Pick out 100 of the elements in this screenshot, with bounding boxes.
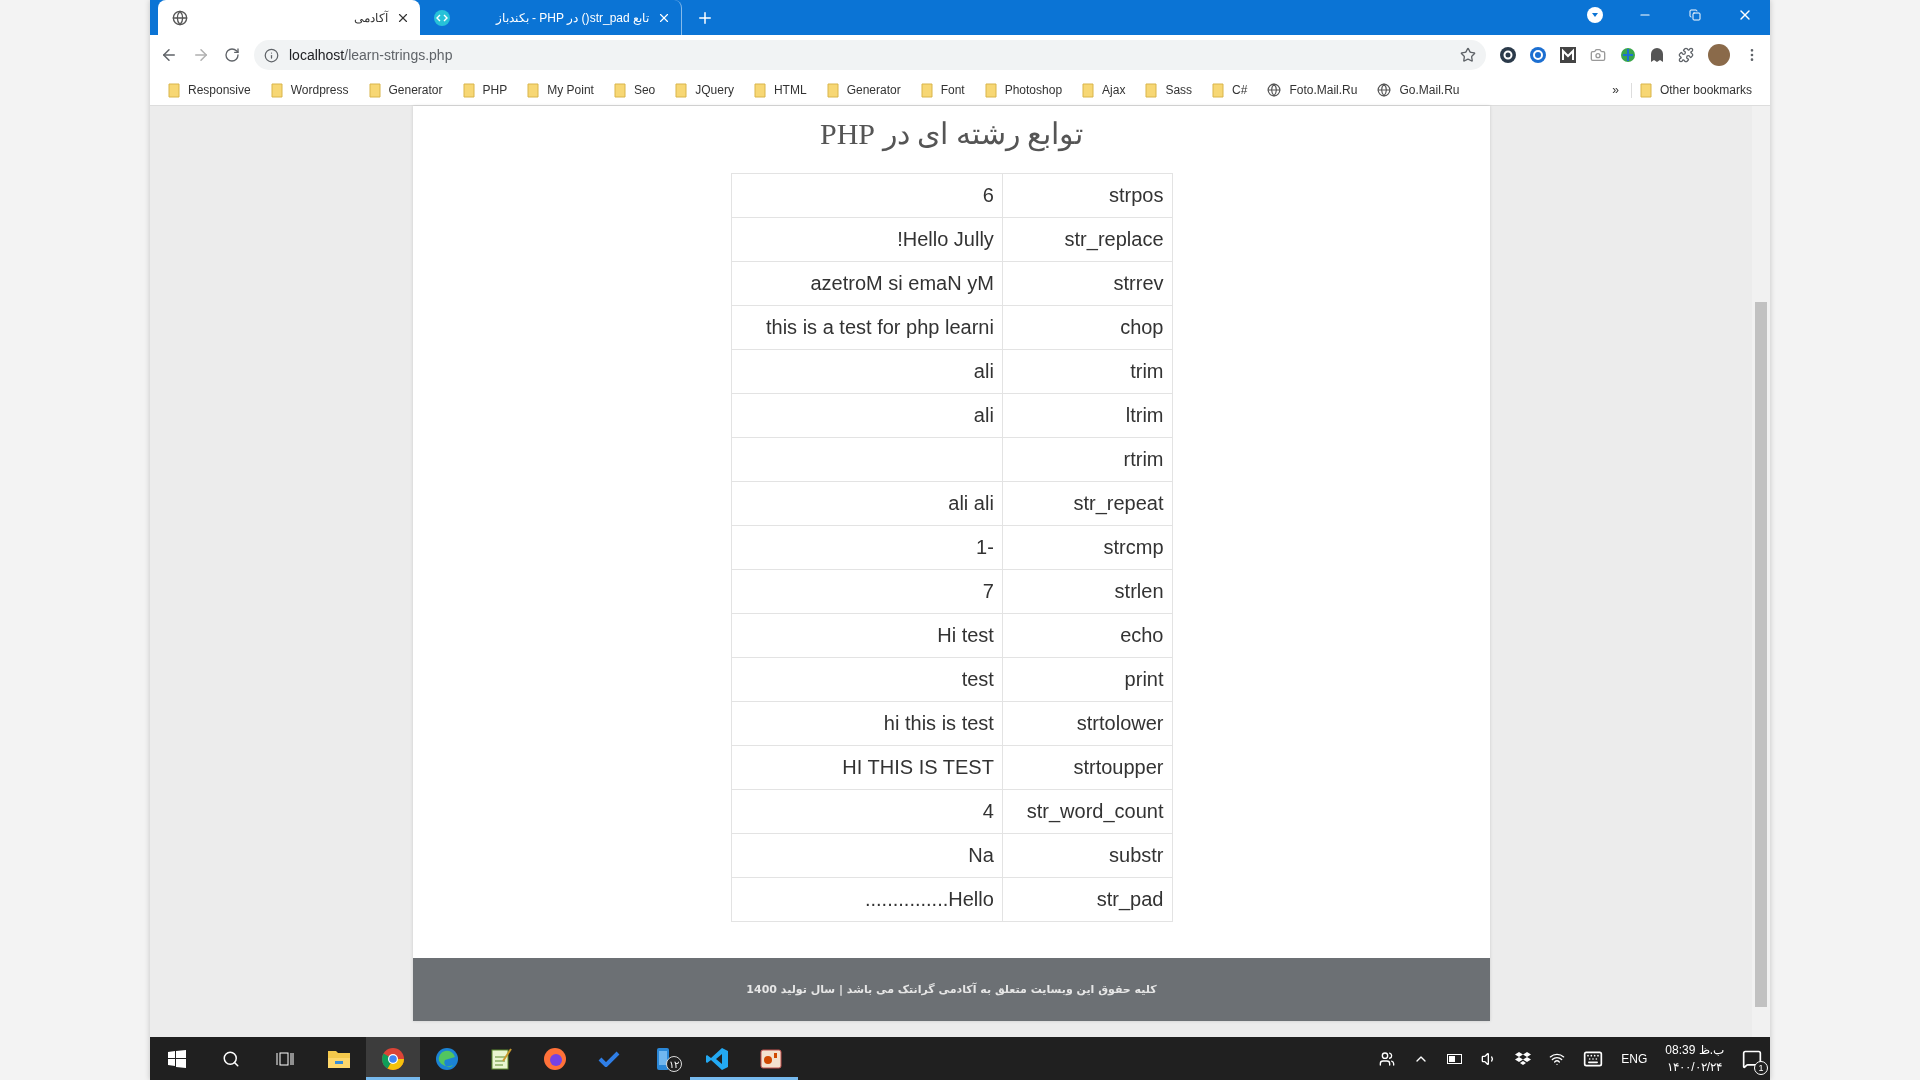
app-badge: ۱۲ [666, 1056, 682, 1072]
folder-icon [1639, 82, 1652, 98]
result-cell: ali [731, 393, 1003, 438]
bookmark[interactable]: C# [1204, 82, 1256, 98]
result-cell: !Hello Jully [731, 217, 1003, 262]
search-icon[interactable] [222, 1049, 240, 1068]
folder-icon [1082, 82, 1095, 98]
function-name-cell: rtrim [1002, 437, 1172, 482]
code-icon [434, 9, 450, 26]
extension-icon[interactable] [1560, 47, 1576, 63]
result-cell: ali [731, 349, 1003, 394]
extension-icon[interactable] [1500, 47, 1516, 63]
result-cell: 7 [731, 569, 1003, 614]
browser-tab[interactable]: آکادمی [158, 0, 420, 35]
function-name-cell: str_word_count [1002, 789, 1172, 834]
firefox-icon [543, 1046, 567, 1071]
taskbar-app[interactable]: ۱۲ [636, 1037, 690, 1080]
result-cell: 1- [731, 525, 1003, 570]
bookmark[interactable]: Foto.Mail.Ru [1259, 83, 1366, 97]
clock[interactable]: ب.ظ 08:39 ۱۴۰۰/۰۲/۲۴ [1665, 1041, 1724, 1076]
notepad-icon [489, 1046, 513, 1071]
folder-icon [327, 1048, 351, 1069]
back-icon[interactable] [160, 46, 178, 64]
function-name-cell: chop [1002, 305, 1172, 350]
bookmark[interactable]: PHP [454, 82, 516, 98]
result-cell: this is a test for php learni [731, 305, 1003, 350]
function-name-cell: str_pad [1002, 877, 1172, 922]
url-path: /learn-strings.php [344, 47, 453, 63]
notifications-icon[interactable] [1742, 1048, 1762, 1069]
tab-title: آکادمی [354, 10, 388, 25]
dropdown-icon[interactable] [1587, 7, 1603, 23]
ghost-icon[interactable] [1650, 47, 1664, 63]
function-name-cell: strlen [1002, 569, 1172, 614]
copyright-text: کلیه حقوق این وبسایت متعلق به آکادمی گرانتک می باشد | سال تولید 1400 [746, 983, 1157, 996]
folder-icon [826, 82, 839, 98]
bookmark[interactable]: JQuery [667, 82, 742, 98]
result-cell: Na [731, 833, 1003, 878]
globe-icon [1267, 83, 1282, 97]
folder-icon [920, 82, 933, 98]
bookmark[interactable]: Photoshop [976, 82, 1071, 98]
result-cell: ...............Hello [731, 877, 1003, 922]
result-cell: 4 [731, 789, 1003, 834]
bookmark[interactable]: Generator [360, 82, 451, 98]
bookmark[interactable]: Font [912, 82, 973, 98]
function-name-cell: strtolower [1002, 701, 1172, 746]
function-name-cell: str_repeat [1002, 481, 1172, 526]
page-heading: توابع رشته ای در PHP [819, 116, 1083, 154]
bookmark[interactable]: Seo [605, 82, 664, 98]
checkmark-icon [598, 1050, 620, 1067]
result-cell: ali ali [731, 481, 1003, 526]
function-name-cell: str_replace [1002, 217, 1172, 262]
url-host: localhost [289, 47, 345, 63]
extension-icon[interactable] [1530, 47, 1546, 63]
result-cell: hi this is test [731, 701, 1003, 746]
bookmark[interactable]: Generator [818, 82, 909, 98]
other-bookmarks[interactable]: Other bookmarks [1630, 82, 1760, 98]
result-cell: azetroM si emaN yM [731, 261, 1003, 306]
folder-icon [613, 82, 626, 98]
battery-icon[interactable] [1447, 1053, 1464, 1064]
folder-icon [168, 82, 180, 98]
language-indicator[interactable]: ENG [1621, 1051, 1648, 1066]
windows-start-icon[interactable] [168, 1049, 186, 1068]
more-bookmarks-button[interactable]: » [1604, 83, 1627, 97]
reload-icon[interactable] [224, 47, 240, 63]
result-cell: Hi test [731, 613, 1003, 658]
avatar[interactable] [1708, 44, 1730, 66]
bookmark[interactable]: Go.Mail.Ru [1369, 83, 1468, 97]
info-icon[interactable] [264, 47, 279, 63]
dropbox-icon[interactable] [1515, 1051, 1532, 1066]
bookmark[interactable]: HTML [745, 82, 815, 98]
extensions-icon[interactable] [1678, 47, 1694, 63]
edge-icon [435, 1046, 459, 1071]
taskbar-app[interactable] [366, 1037, 420, 1080]
task-view-icon[interactable] [276, 1049, 294, 1068]
result-cell: 6 [731, 173, 1003, 218]
presentation-icon [760, 1047, 782, 1070]
address-bar[interactable]: localhost/learn-strings.php [254, 40, 1486, 70]
function-name-cell: strrev [1002, 261, 1172, 306]
function-name-cell: strcmp [1002, 525, 1172, 570]
restore-icon[interactable] [1689, 9, 1701, 21]
folder-icon [984, 82, 997, 98]
star-icon[interactable] [1460, 47, 1476, 63]
people-icon[interactable] [1379, 1050, 1396, 1067]
folder-icon [1145, 82, 1158, 98]
tab-title: تابع str_pad() در PHP - بکندباز [495, 10, 649, 25]
bookmark[interactable]: Responsive [160, 82, 259, 98]
bookmark[interactable]: Sass [1137, 82, 1201, 98]
folder-icon [270, 82, 283, 98]
camera-icon[interactable] [1590, 47, 1606, 63]
bookmark[interactable]: Wordpress [262, 82, 357, 98]
folder-icon [462, 82, 475, 98]
function-name-cell: echo [1002, 613, 1172, 658]
browser-tab[interactable]: تابع str_pad() در PHP - بکندباز [420, 0, 682, 35]
globe-icon[interactable] [1620, 47, 1636, 63]
bookmark[interactable]: Ajax [1074, 82, 1134, 98]
scrollbar[interactable] [1752, 106, 1770, 1037]
bookmark[interactable]: My Point [519, 82, 602, 98]
result-cell: HI THIS IS TEST [731, 745, 1003, 790]
globe-icon [172, 9, 188, 26]
folder-icon [1212, 82, 1225, 98]
